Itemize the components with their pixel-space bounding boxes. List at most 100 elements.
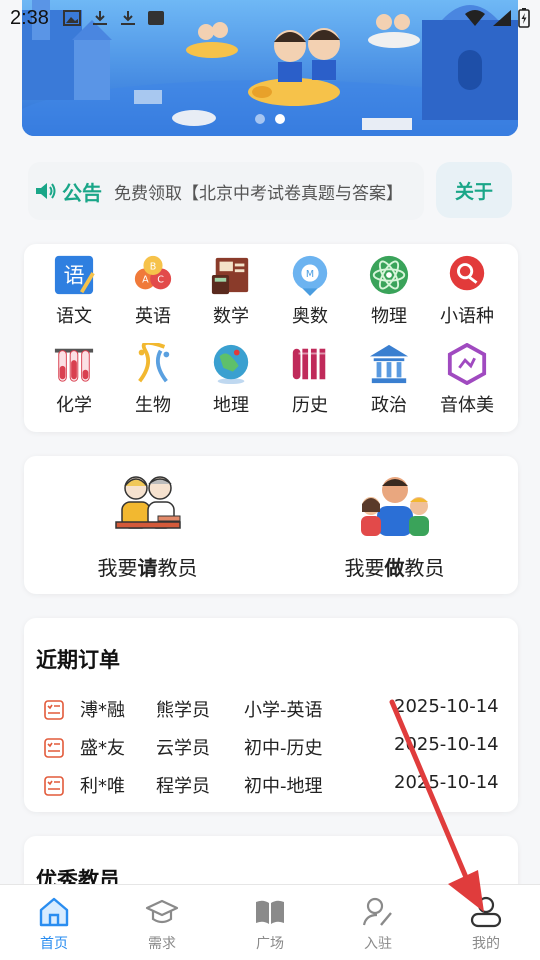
become-teacher-button[interactable]: 我要做教员 xyxy=(271,456,518,594)
nav-demand[interactable]: 需求 xyxy=(108,885,216,960)
subject-chemistry[interactable]: 化学 xyxy=(35,333,113,417)
order-list-icon xyxy=(44,700,64,720)
download-icon xyxy=(120,11,135,25)
svg-text:A: A xyxy=(142,275,149,286)
nav-label: 入驻 xyxy=(364,936,392,952)
abc-balloons-icon: BA C xyxy=(134,255,172,290)
atom-icon xyxy=(369,255,409,295)
nav-join[interactable]: 入驻 xyxy=(324,885,432,960)
calculator-board-icon xyxy=(211,257,249,295)
nav-label: 我的 xyxy=(472,936,500,952)
hire-label-prefix: 我要 xyxy=(97,556,138,580)
order-subject: 初中-地理 xyxy=(244,776,323,797)
order-list-icon xyxy=(44,738,64,758)
subject-history[interactable]: 历史 xyxy=(271,333,349,417)
government-building-icon xyxy=(369,344,409,384)
order-tutor-name: 利*唯 xyxy=(80,776,125,797)
status-bar: 2:38 xyxy=(0,0,540,36)
download-icon xyxy=(92,11,107,25)
parents-reading-icon xyxy=(114,476,181,529)
status-time: 2:38 xyxy=(10,6,49,29)
subject-label: 奥数 xyxy=(292,306,328,327)
become-label-bold: 做 xyxy=(384,556,405,580)
svg-text:M: M xyxy=(306,269,314,280)
subject-chinese[interactable]: 语 语文 xyxy=(35,244,113,328)
order-date: 2025-10-14 xyxy=(394,734,499,755)
nav-mine[interactable]: 我的 xyxy=(432,885,540,960)
order-student: 熊学员 xyxy=(156,700,210,721)
subject-arts-sports[interactable]: 音体美 xyxy=(428,333,506,417)
medal-icon: M xyxy=(292,255,328,296)
banner-dot-active[interactable] xyxy=(275,114,285,124)
chinese-book-icon: 语 xyxy=(54,255,95,295)
become-label-suffix: 教员 xyxy=(404,556,445,580)
speaker-icon xyxy=(36,183,56,199)
order-tutor-name: 盛*友 xyxy=(80,738,125,759)
nav-label: 需求 xyxy=(148,936,176,952)
recent-orders-title: 近期订单 xyxy=(36,648,120,672)
subject-label: 生物 xyxy=(135,395,171,416)
signal-icon xyxy=(493,10,511,26)
nav-label: 广场 xyxy=(256,936,284,952)
hire-label-suffix: 教员 xyxy=(157,556,198,580)
svg-text:C: C xyxy=(157,275,164,286)
hire-teacher-label: 我要请教员 xyxy=(98,552,198,581)
subject-biology[interactable]: 生物 xyxy=(114,333,192,417)
teacher-actions-card: 我要请教员 我要做教员 xyxy=(24,456,518,594)
subject-geography[interactable]: 地理 xyxy=(192,333,270,417)
hexagon-art-icon xyxy=(447,343,487,385)
subject-politics[interactable]: 政治 xyxy=(350,333,428,417)
subject-label: 物理 xyxy=(371,306,407,327)
order-subject: 初中-历史 xyxy=(244,738,323,759)
order-row[interactable]: 利*唯 程学员 初中-地理 2025-10-14 xyxy=(44,772,504,800)
svg-text:B: B xyxy=(150,261,157,272)
user-profile-icon xyxy=(470,896,502,928)
order-student: 云学员 xyxy=(156,738,210,759)
tutors-group-icon xyxy=(360,477,429,536)
order-row[interactable]: 盛*友 云学员 初中-历史 2025-10-14 xyxy=(44,734,504,762)
user-edit-icon xyxy=(362,897,392,926)
svg-text:语: 语 xyxy=(64,264,85,288)
test-tubes-icon xyxy=(54,348,94,382)
announcement-text[interactable]: 免费领取【北京中考试卷真题与答案】 xyxy=(114,179,403,204)
subject-label: 英语 xyxy=(135,306,171,327)
image-notification-icon xyxy=(62,10,81,26)
home-icon xyxy=(39,897,69,927)
nav-home[interactable]: 首页 xyxy=(0,885,108,960)
status-system-icons xyxy=(464,8,530,28)
subject-minor-languages[interactable]: 小语种 xyxy=(428,244,506,328)
subject-physics[interactable]: 物理 xyxy=(350,244,428,328)
order-row[interactable]: 溥*融 熊学员 小学-英语 2025-10-14 xyxy=(44,696,504,724)
subject-math[interactable]: 数学 xyxy=(192,244,270,328)
about-button[interactable]: 关于 xyxy=(436,162,512,218)
subject-label: 语文 xyxy=(56,306,92,327)
subject-label: 音体美 xyxy=(440,395,494,416)
order-tutor-name: 溥*融 xyxy=(80,700,125,721)
subject-grid: 语 语文 BAC 英语 数学 M 奥数 物理 小语种 化学 生物 地理 历史 政… xyxy=(24,244,518,432)
subject-label: 地理 xyxy=(213,395,249,416)
subject-english[interactable]: BAC 英语 xyxy=(114,244,192,328)
order-student: 程学员 xyxy=(156,776,210,797)
hire-teacher-button[interactable]: 我要请教员 xyxy=(24,456,271,594)
subject-label: 数学 xyxy=(213,306,249,327)
announcement-bar[interactable]: 公告 免费领取【北京中考试卷真题与答案】 xyxy=(28,162,424,220)
subject-label: 化学 xyxy=(56,395,92,416)
subject-label: 历史 xyxy=(292,395,328,416)
order-date: 2025-10-14 xyxy=(394,772,499,793)
banner-dot[interactable] xyxy=(255,114,265,124)
announcement-label: 公告 xyxy=(62,180,102,205)
subject-label: 小语种 xyxy=(440,306,494,327)
graduation-cap-icon xyxy=(145,899,179,924)
bottom-navigation: 首页 需求 广场 入驻 我的 xyxy=(0,884,540,960)
subject-label: 政治 xyxy=(371,395,407,416)
subject-olympiad-math[interactable]: M 奥数 xyxy=(271,244,349,328)
globe-icon xyxy=(213,344,249,385)
nav-label: 首页 xyxy=(40,936,68,952)
order-subject: 小学-英语 xyxy=(244,700,323,721)
open-book-icon xyxy=(256,900,284,924)
nav-square[interactable]: 广场 xyxy=(216,885,324,960)
order-date: 2025-10-14 xyxy=(394,696,499,717)
dna-icon xyxy=(138,343,170,383)
become-teacher-label: 我要做教员 xyxy=(345,552,445,581)
become-label-prefix: 我要 xyxy=(344,556,385,580)
